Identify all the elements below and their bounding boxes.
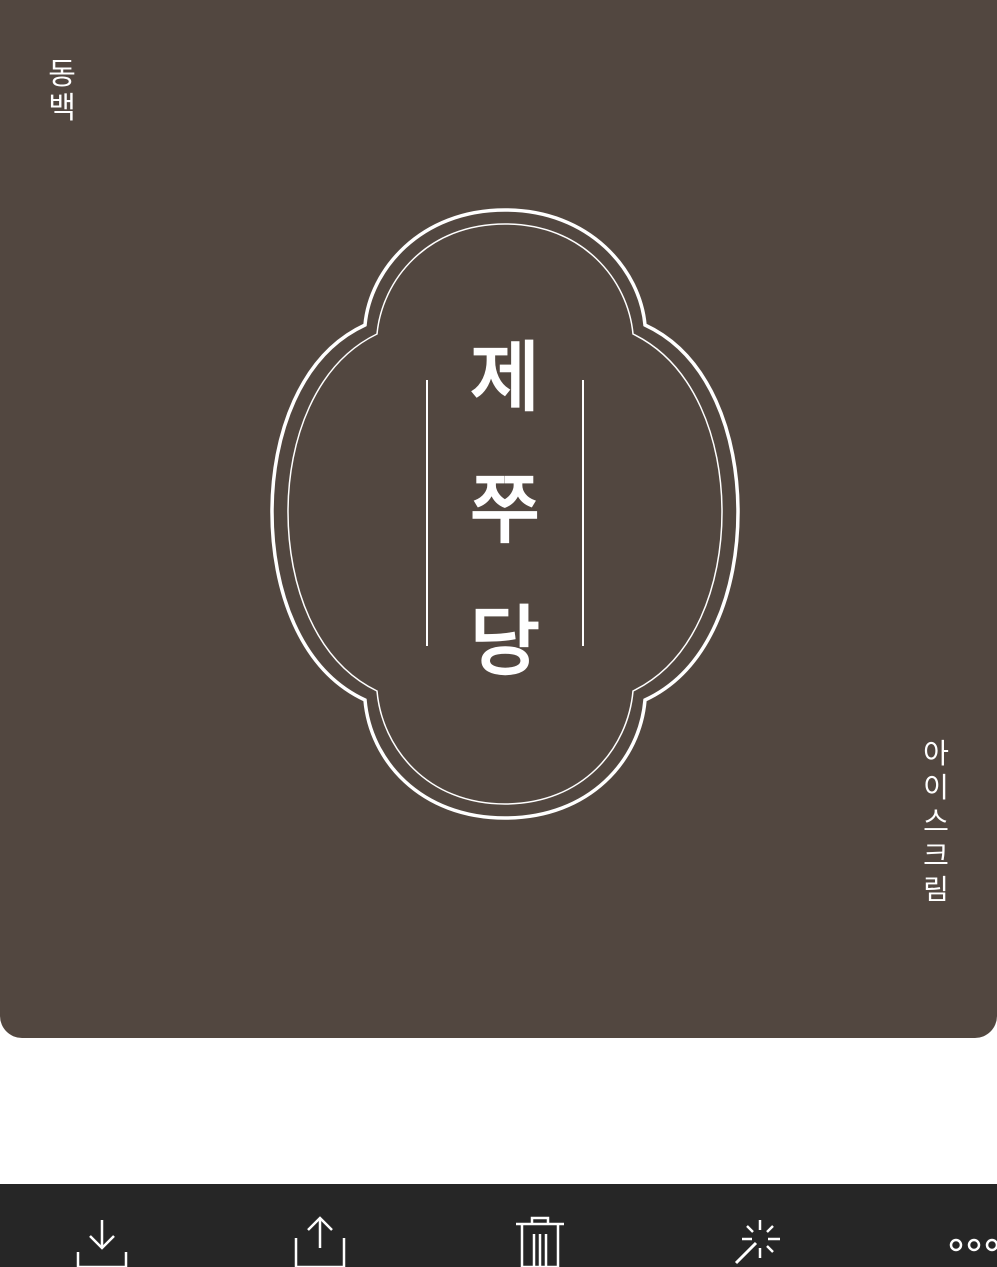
delete-button[interactable]: [510, 1212, 570, 1267]
download-button[interactable]: [72, 1212, 132, 1267]
trash-icon: [516, 1216, 564, 1267]
design-preview: 동 백 제 쭈 당 아 이 스 크 림: [0, 0, 997, 1038]
share-icon: [294, 1216, 346, 1267]
app-screen: 동 백 제 쭈 당 아 이 스 크 림: [0, 0, 997, 1267]
side-text-char: 크: [923, 839, 949, 872]
side-text-char: 아: [923, 737, 949, 770]
side-text-char: 림: [923, 873, 949, 906]
side-text-char: 스: [923, 805, 949, 838]
brand-char-2: 쭈: [470, 465, 540, 554]
download-icon: [76, 1220, 128, 1267]
magic-wand-icon: [734, 1220, 780, 1265]
side-text-char: 이: [923, 771, 949, 804]
brand-char-1: 제: [470, 333, 540, 422]
magic-button[interactable]: [730, 1212, 790, 1267]
more-icon: [949, 1238, 997, 1252]
more-button[interactable]: [944, 1212, 997, 1267]
side-text-bottom-right: 아 이 스 크 림: [918, 740, 954, 904]
brand-char-3: 당: [470, 597, 540, 686]
share-button[interactable]: [290, 1212, 350, 1267]
bottom-toolbar: [0, 1184, 997, 1267]
